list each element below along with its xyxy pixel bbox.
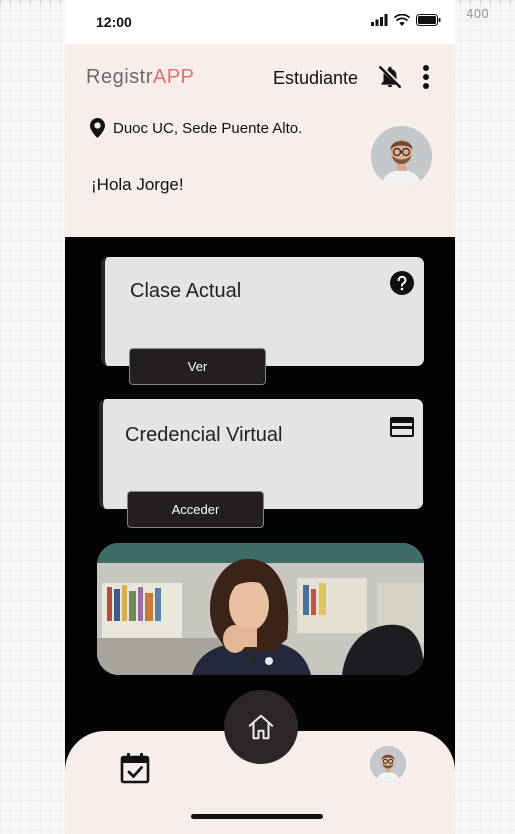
- user-photo-small: [370, 746, 406, 782]
- user-avatar[interactable]: [371, 126, 432, 187]
- home-indicator: [191, 814, 323, 819]
- battery-icon: [416, 14, 441, 26]
- notifications-off-button[interactable]: [377, 64, 403, 90]
- profile-avatar-button[interactable]: [370, 746, 406, 782]
- access-credential-button[interactable]: Acceder: [127, 491, 264, 528]
- location-pin-icon: [90, 118, 105, 138]
- card-title: Clase Actual: [130, 280, 242, 302]
- image-carousel[interactable]: [97, 543, 424, 675]
- help-button[interactable]: [390, 271, 414, 300]
- app-header: RegistrAPP Estudiante Duoc UC, Sede Puen…: [65, 44, 455, 237]
- wifi-icon: [394, 14, 410, 26]
- ruler-label: 400: [466, 7, 489, 21]
- credential-icon-wrap: [390, 417, 414, 442]
- credit-card-icon: [390, 417, 414, 437]
- user-role-label: Estudiante: [273, 68, 359, 88]
- app-logo: RegistrAPP: [86, 66, 194, 89]
- signal-icon: [371, 14, 388, 26]
- brand-suffix: APP: [152, 66, 195, 88]
- card-title: Credencial Virtual: [125, 424, 283, 446]
- status-bar: 12:00: [65, 0, 455, 44]
- location-text: Duoc UC, Sede Puente Alto.: [113, 119, 303, 137]
- carousel-dot-active[interactable]: [265, 657, 273, 665]
- greeting-text: ¡Hola Jorge!: [91, 175, 184, 194]
- status-icons: [371, 14, 441, 26]
- home-button[interactable]: [224, 690, 298, 764]
- bell-off-icon: [379, 66, 401, 88]
- calendar-button[interactable]: [120, 752, 150, 784]
- status-time: 12:00: [96, 14, 132, 30]
- more-options-button[interactable]: [417, 64, 435, 90]
- carousel-dot[interactable]: [247, 657, 255, 665]
- brand-prefix: Registr: [86, 66, 153, 88]
- view-class-button[interactable]: Ver: [129, 348, 266, 385]
- home-icon: [248, 714, 274, 740]
- more-vertical-icon: [423, 65, 429, 89]
- campus-location: Duoc UC, Sede Puente Alto.: [90, 118, 302, 138]
- phone-screen: 12:00 RegistrAPP Estudiante Duoc UC, Sed…: [65, 0, 455, 834]
- help-icon: [390, 271, 414, 295]
- user-photo: [371, 126, 432, 187]
- carousel-photo: [97, 543, 424, 675]
- calendar-icon: [120, 753, 150, 784]
